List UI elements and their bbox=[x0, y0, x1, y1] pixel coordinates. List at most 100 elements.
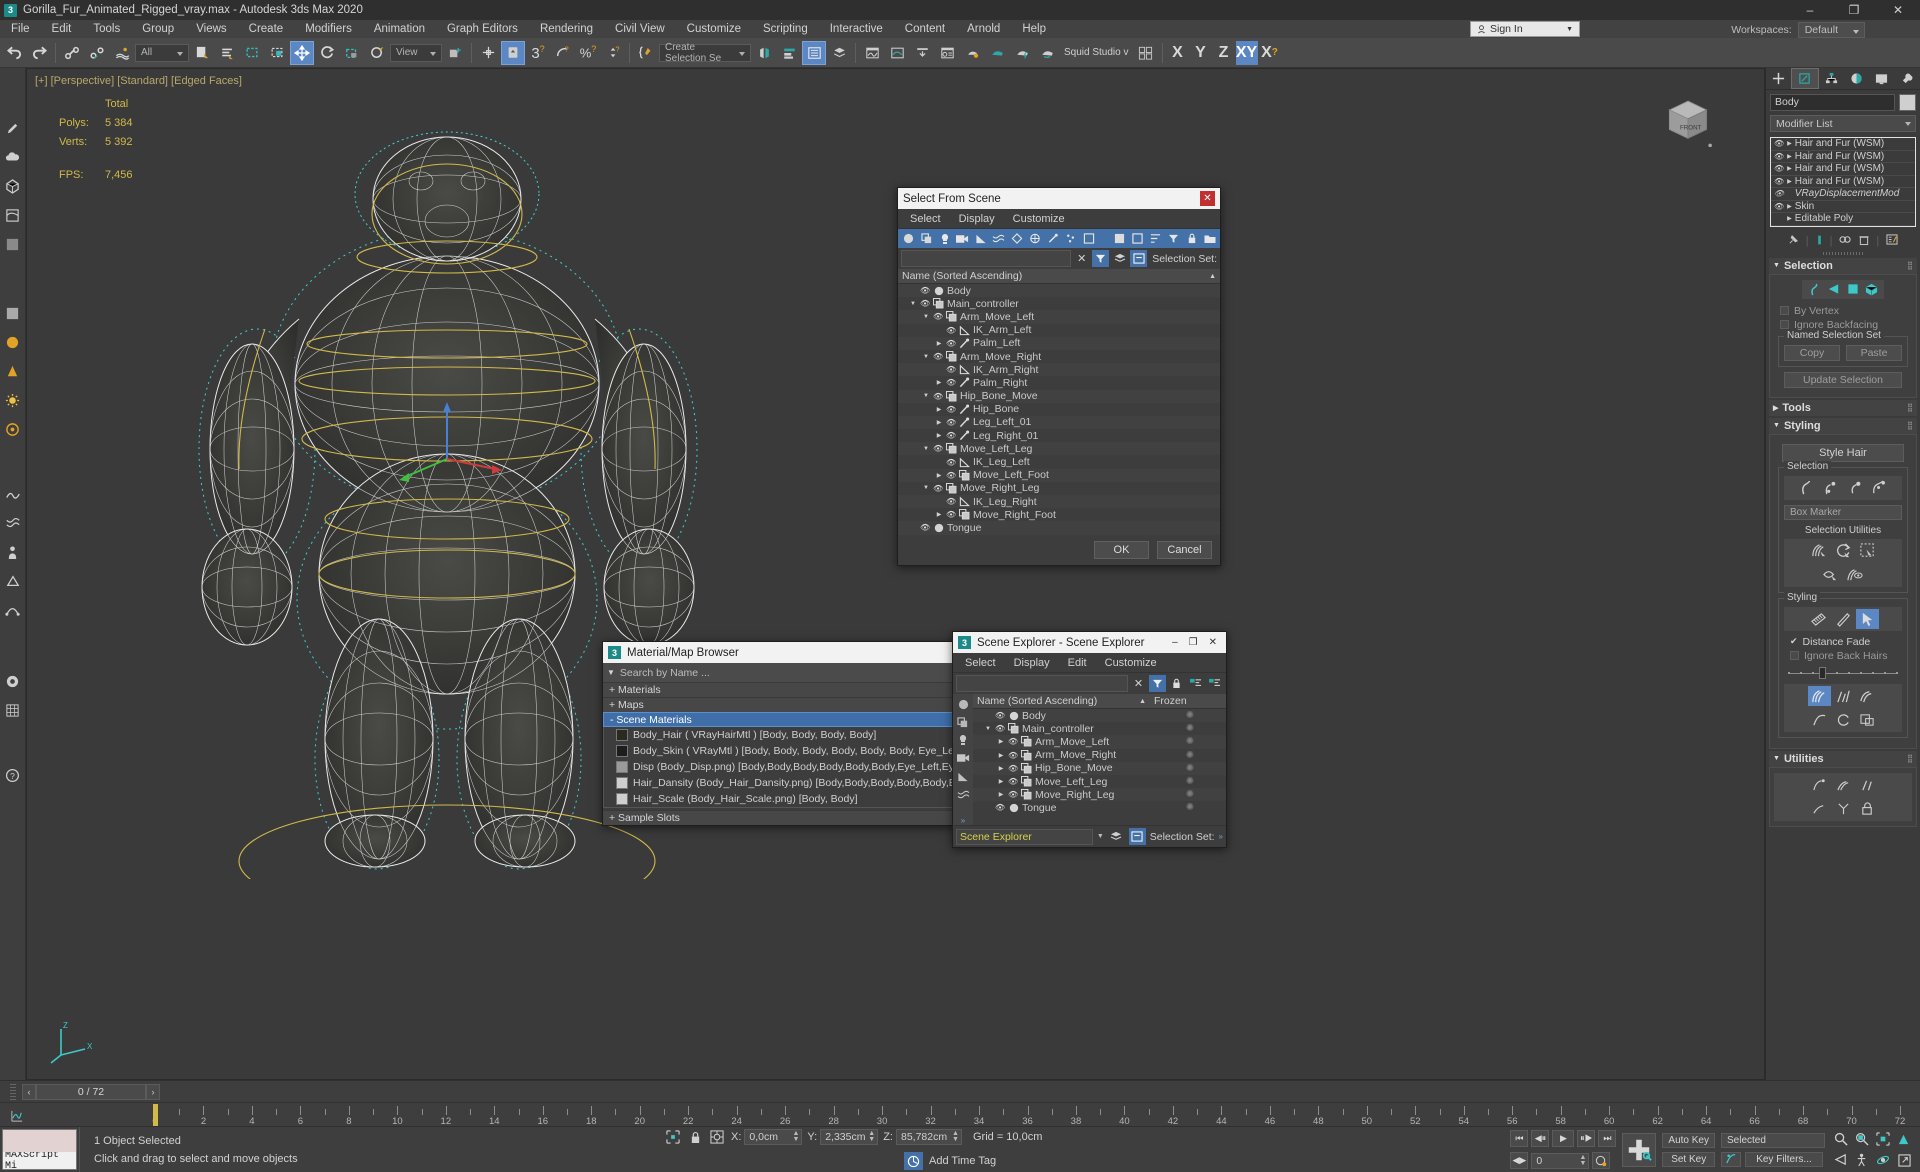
tree-row[interactable]: 👁 Tongue ✺ bbox=[973, 801, 1226, 814]
menu-graph-editors[interactable]: Graph Editors bbox=[436, 20, 529, 38]
modifier-stack-item[interactable]: 👁 ▶ Skin bbox=[1771, 201, 1915, 213]
tree-expander-icon[interactable]: ▼ bbox=[909, 301, 917, 307]
spinner-snap-toggle-icon[interactable]: ? bbox=[601, 41, 625, 65]
visibility-eye-icon[interactable]: 👁 bbox=[946, 418, 956, 427]
mmb-scene-materials-list[interactable]: Body_Hair ( VRayHairMtl ) [Body, Body, B… bbox=[603, 727, 1011, 808]
toggle-scene-explorer-icon[interactable] bbox=[802, 40, 826, 65]
cancel-button[interactable]: Cancel bbox=[1157, 540, 1212, 559]
tree-row[interactable]: ▶ 👁 Arm_Move_Right ✺ bbox=[973, 749, 1226, 762]
menu-content[interactable]: Content bbox=[894, 20, 956, 38]
tree-row[interactable]: ▼ 👁 Move_Right_Leg bbox=[898, 482, 1220, 495]
tree-expander-icon[interactable]: ▶ bbox=[935, 340, 943, 347]
se-close-button[interactable]: ✕ bbox=[1209, 637, 1217, 648]
use-pivot-point-center-icon[interactable] bbox=[443, 41, 467, 65]
zoom-region-icon[interactable] bbox=[1894, 1130, 1914, 1149]
zoom-icon[interactable] bbox=[1831, 1130, 1851, 1149]
select-object-icon[interactable] bbox=[190, 41, 214, 65]
chevron-down-icon[interactable]: ▼ bbox=[607, 668, 615, 677]
visibility-eye-icon[interactable]: 👁 bbox=[933, 312, 943, 321]
visibility-eye-icon[interactable]: 👁 bbox=[1008, 737, 1018, 746]
tree-expander-icon[interactable]: ▶ bbox=[997, 791, 1005, 798]
menu-group[interactable]: Group bbox=[131, 20, 185, 38]
coordinate-z[interactable]: Z: 85,782cm ▲ ▼ bbox=[883, 1129, 962, 1145]
mirror-icon[interactable] bbox=[752, 41, 776, 65]
mmb-category-maps[interactable]: + Maps bbox=[603, 697, 1011, 712]
tree-expander-icon[interactable]: ▶ bbox=[935, 406, 943, 413]
select-by-name-icon[interactable] bbox=[215, 41, 239, 65]
object-paint-icon[interactable] bbox=[3, 303, 23, 323]
update-selection-button[interactable]: Update Selection bbox=[1784, 371, 1902, 388]
hair-select-icon[interactable] bbox=[1855, 608, 1879, 629]
visibility-eye-icon[interactable]: 👁 bbox=[946, 326, 956, 335]
frozen-cell[interactable]: ✺ bbox=[1154, 763, 1226, 774]
sfs-search-input[interactable] bbox=[901, 250, 1072, 267]
constrain-y-button[interactable]: Y bbox=[1190, 41, 1212, 65]
se-menu-select[interactable]: Select bbox=[957, 657, 1004, 669]
visibility-eye-icon[interactable]: 👁 bbox=[946, 497, 956, 506]
menu-civil-view[interactable]: Civil View bbox=[604, 20, 676, 38]
modifier-stack[interactable]: 👁 ▶ Hair and Fur (WSM) 👁 ▶ Hair and Fur (WSM)… bbox=[1770, 137, 1916, 227]
tree-row[interactable]: ▶ 👁 Leg_Left_01 bbox=[898, 415, 1220, 430]
selection-rollout-header[interactable]: ▼ Selection ⣿ bbox=[1769, 257, 1917, 274]
menu-edit[interactable]: Edit bbox=[41, 20, 83, 38]
select-all-hair-icon[interactable] bbox=[1808, 541, 1831, 561]
modifier-enable-eye-icon[interactable]: 👁 bbox=[1774, 202, 1784, 211]
se-explorer-dropdown[interactable]: Scene Explorer bbox=[956, 828, 1093, 845]
sort-icon[interactable] bbox=[1147, 231, 1164, 247]
lock-icon[interactable] bbox=[1183, 231, 1200, 247]
scene-explorer-tree[interactable]: 👁 Body ✺ ▼ 👁 Main_controller ✺ ▶ 👁 Arm_Move_Left ✺… bbox=[973, 709, 1226, 815]
modifier-enable-eye-icon[interactable]: 👁 bbox=[1774, 164, 1784, 173]
tree-expander-icon[interactable]: ▼ bbox=[922, 393, 930, 399]
se-filter-geometry-icon[interactable] bbox=[955, 696, 972, 712]
se-menu-edit[interactable]: Edit bbox=[1060, 657, 1095, 669]
window-crossing-toggle-icon[interactable] bbox=[265, 41, 289, 65]
spinner-icon[interactable]: ▲ ▼ bbox=[792, 1130, 799, 1143]
tree-expander-icon[interactable]: ▶ bbox=[935, 379, 943, 386]
material-list-item[interactable]: Disp (Body_Disp.png) [Body,Body,Body,Bod… bbox=[604, 759, 1010, 775]
frozen-cell[interactable]: ✺ bbox=[1154, 776, 1226, 787]
ok-button[interactable]: OK bbox=[1094, 540, 1149, 559]
viewport-label[interactable]: [+] [Perspective] [Standard] [Edged Face… bbox=[35, 75, 242, 87]
snaps-toggle-icon[interactable]: 3? bbox=[526, 41, 550, 65]
frozen-cell[interactable]: ✺ bbox=[1154, 750, 1226, 761]
collapse-all-icon[interactable] bbox=[1129, 231, 1146, 247]
help-icon[interactable]: ? bbox=[3, 765, 23, 785]
modifier-expander-icon[interactable]: ▶ bbox=[1787, 215, 1792, 222]
cloud-icon[interactable] bbox=[3, 147, 23, 167]
clump-hair-icon[interactable] bbox=[1808, 710, 1831, 730]
visibility-eye-icon[interactable]: 👁 bbox=[946, 471, 956, 480]
maximize-button[interactable]: ❐ bbox=[1832, 0, 1876, 20]
stand-hair-icon[interactable] bbox=[1832, 686, 1855, 706]
menu-interactive[interactable]: Interactive bbox=[819, 20, 894, 38]
ignore-back-hairs-checkbox[interactable]: Ignore Back Hairs bbox=[1790, 650, 1902, 662]
modifier-stack-item[interactable]: 👁▶VRayDisplacementMod bbox=[1771, 188, 1915, 201]
hair-tool-icon[interactable] bbox=[3, 484, 23, 504]
hair-instance-icon[interactable] bbox=[1808, 775, 1831, 795]
modifier-enable-eye-icon[interactable]: 👁 bbox=[1774, 152, 1784, 161]
selection-lock-region-icon[interactable] bbox=[664, 1129, 682, 1145]
key-mode-dropdown[interactable]: Selected bbox=[1721, 1132, 1825, 1148]
filter-particles-icon[interactable] bbox=[1062, 231, 1079, 247]
select-from-scene-dialog[interactable]: Select From Scene ✕ Select Display Custo… bbox=[897, 187, 1221, 566]
zoom-extents-icon[interactable] bbox=[1873, 1130, 1893, 1149]
hierarchy-tab[interactable] bbox=[1819, 68, 1844, 89]
visibility-eye-icon[interactable]: 👁 bbox=[946, 365, 956, 374]
render-production-icon[interactable] bbox=[1010, 41, 1034, 65]
coord-z-input[interactable]: 85,782cm ▲ ▼ bbox=[895, 1129, 962, 1145]
utilities-rollout-header[interactable]: ▼ Utilities ⣿ bbox=[1769, 750, 1917, 767]
tree-row[interactable]: ▼ 👁 Main_controller bbox=[898, 297, 1220, 310]
sphere-create-icon[interactable] bbox=[3, 332, 23, 352]
select-from-scene-close-button[interactable]: ✕ bbox=[1200, 191, 1215, 206]
tree-expander-icon[interactable]: ▶ bbox=[935, 472, 943, 479]
menu-file[interactable]: File bbox=[0, 20, 41, 38]
spinner-icon-y[interactable]: ▲ ▼ bbox=[868, 1130, 875, 1143]
se-filter-helpers-icon[interactable] bbox=[955, 768, 972, 784]
set-key-toggle-button[interactable]: Set Key bbox=[1662, 1151, 1715, 1167]
render-iterative-icon[interactable] bbox=[1035, 41, 1059, 65]
modifier-stack-item[interactable]: 👁▶Editable Poly bbox=[1771, 213, 1915, 226]
tree-expander-icon[interactable]: ▼ bbox=[922, 314, 930, 320]
filter-bones-icon[interactable] bbox=[1044, 231, 1061, 247]
select-guide-vertices-icon[interactable] bbox=[1844, 478, 1867, 498]
tree-expander-icon[interactable]: ▼ bbox=[922, 354, 930, 360]
freeform-icon[interactable] bbox=[3, 205, 23, 225]
